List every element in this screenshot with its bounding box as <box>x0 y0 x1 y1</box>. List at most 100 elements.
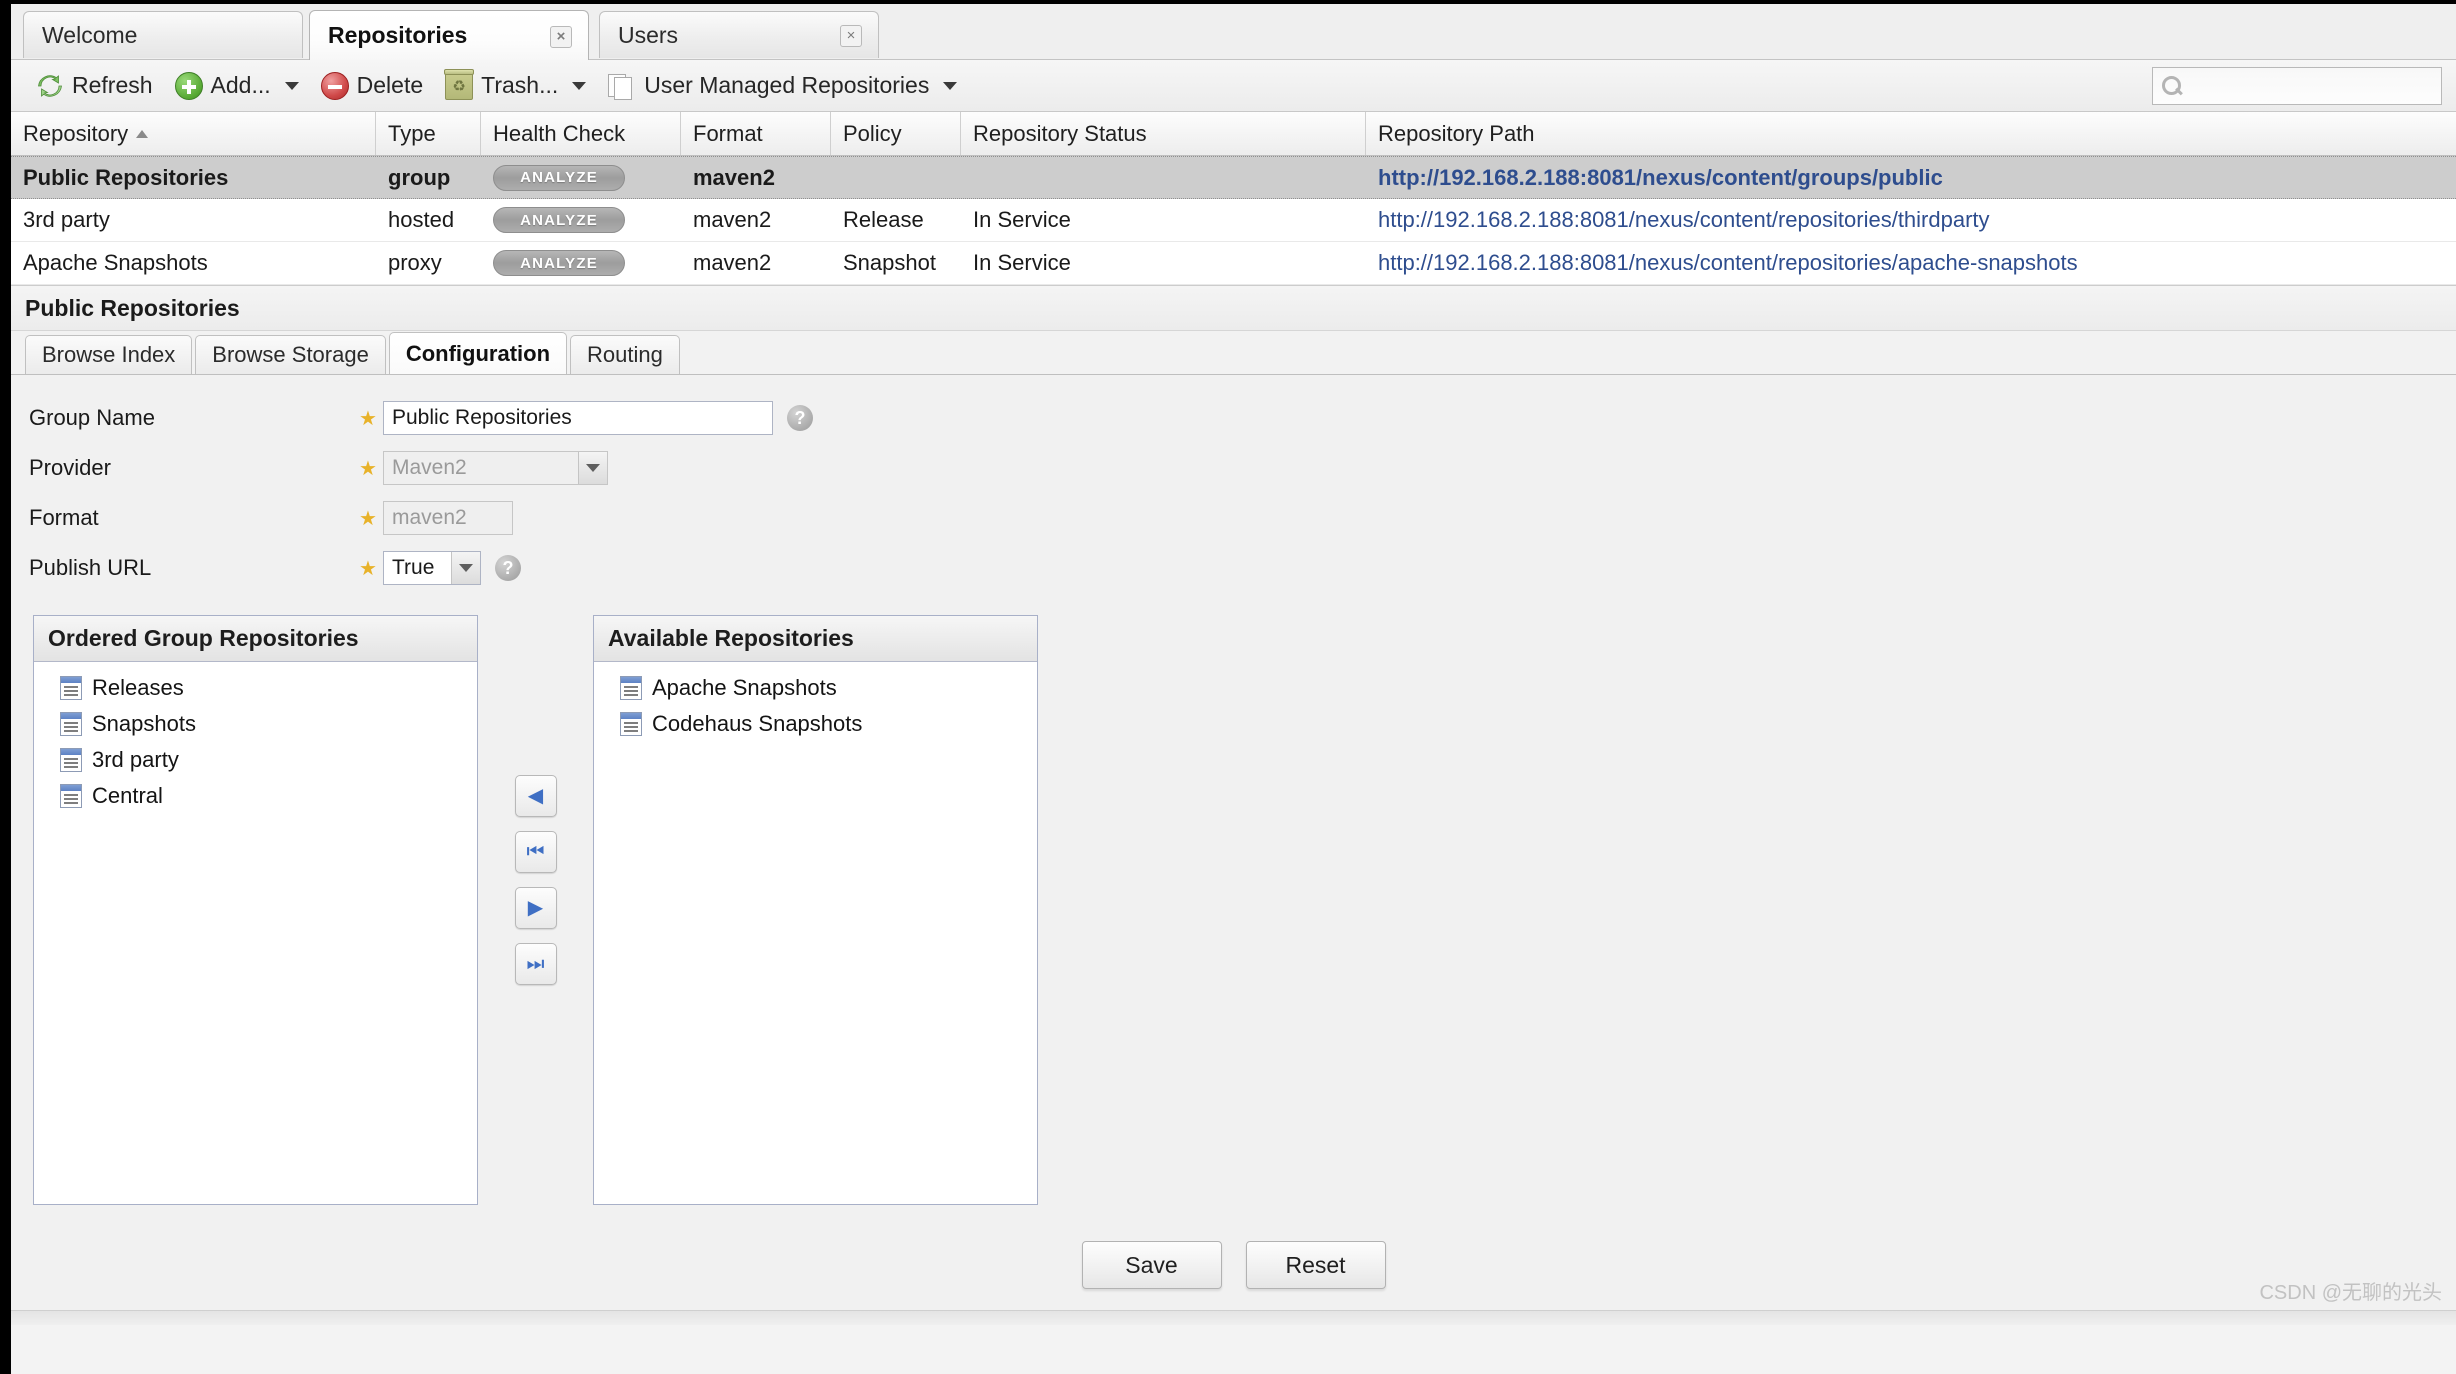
cell-repository: 3rd party <box>23 207 110 232</box>
help-icon[interactable]: ? <box>787 405 813 431</box>
refresh-button[interactable]: Refresh <box>25 65 164 107</box>
move-all-right-button[interactable]: ⏭ <box>514 943 557 985</box>
tab-users[interactable]: Users × <box>599 11 879 58</box>
tab-routing-label: Routing <box>587 342 663 367</box>
list-item[interactable]: 3rd party <box>60 742 477 778</box>
field-row-publish-url: Publish URL ★ True ? <box>11 543 2456 593</box>
publish-url-selected-value: True <box>392 556 435 579</box>
add-label: Add... <box>210 72 271 98</box>
tab-browse-storage[interactable]: Browse Storage <box>195 335 386 374</box>
cell-health-check: ANALYZE <box>481 242 681 284</box>
user-managed-label: User Managed Repositories <box>644 72 930 98</box>
column-header-format[interactable]: Format <box>681 112 831 155</box>
delete-button[interactable]: Delete <box>310 65 434 107</box>
cell-health-check: ANALYZE <box>481 157 681 198</box>
cell-type: hosted <box>388 207 455 232</box>
analyze-button[interactable]: ANALYZE <box>493 164 625 191</box>
search-icon <box>2161 75 2183 97</box>
save-button[interactable]: Save <box>1081 1241 1222 1289</box>
ordered-group-repositories-title: Ordered Group Repositories <box>34 616 477 662</box>
form-footer: Save Reset CSDN @无聊的光头 <box>11 1205 2456 1325</box>
format-label: Format <box>29 505 99 530</box>
search-input[interactable] <box>2189 72 2423 99</box>
group-name-input[interactable] <box>383 401 773 435</box>
column-header-health-check[interactable]: Health Check <box>481 112 681 155</box>
cell-repository: Public Repositories <box>23 164 229 190</box>
cell-format: maven2 <box>693 250 772 275</box>
move-all-left-button[interactable]: ⏮ <box>514 831 557 873</box>
provider-select[interactable]: Maven2 <box>383 451 608 485</box>
tab-repositories-close-icon[interactable]: × <box>524 25 572 48</box>
user-managed-repositories-button[interactable]: User Managed Repositories <box>597 65 968 107</box>
column-header-type[interactable]: Type <box>376 112 481 155</box>
tab-welcome[interactable]: Welcome <box>23 11 303 58</box>
ordered-group-repositories-list[interactable]: Releases Snapshots 3rd party Central <box>34 662 477 1204</box>
repository-icon <box>620 676 642 700</box>
repository-icon <box>620 712 642 736</box>
chevron-down-icon[interactable] <box>451 552 480 584</box>
chevron-down-icon[interactable] <box>578 452 607 484</box>
cell-policy: Snapshot <box>843 250 936 275</box>
column-header-health-check-label: Health Check <box>493 120 626 146</box>
column-header-repository-status[interactable]: Repository Status <box>961 112 1366 155</box>
cell-format: maven2 <box>693 164 775 190</box>
bottom-strip <box>11 1310 2456 1325</box>
column-header-policy[interactable]: Policy <box>831 112 961 155</box>
cell-format: maven2 <box>693 207 772 232</box>
help-icon[interactable]: ? <box>495 555 521 581</box>
analyze-button[interactable]: ANALYZE <box>493 250 625 276</box>
tab-routing[interactable]: Routing <box>570 335 680 374</box>
add-button[interactable]: Add... <box>164 65 310 107</box>
cell-health-check: ANALYZE <box>481 199 681 241</box>
table-row[interactable]: Public Repositories group ANALYZE maven2… <box>11 156 2456 199</box>
tab-users-close-icon[interactable]: × <box>814 25 862 47</box>
sort-ascending-icon <box>136 129 149 138</box>
app-screen: Welcome Repositories × Users × Refresh A… <box>0 0 2456 1374</box>
refresh-icon <box>36 72 64 100</box>
trash-button[interactable]: Trash... <box>434 65 597 107</box>
publish-url-select[interactable]: True <box>383 551 481 585</box>
list-item[interactable]: Codehaus Snapshots <box>620 706 1037 742</box>
tab-repositories[interactable]: Repositories × <box>309 10 589 60</box>
repository-path-link[interactable]: http://192.168.2.188:8081/nexus/content/… <box>1378 207 1990 233</box>
tab-browse-index[interactable]: Browse Index <box>25 335 193 374</box>
repository-path-link[interactable]: http://192.168.2.188:8081/nexus/content/… <box>1378 250 2078 276</box>
list-item-label: Snapshots <box>92 711 196 736</box>
cell-repository-status <box>961 157 1366 198</box>
trash-label: Trash... <box>481 72 559 98</box>
table-row[interactable]: Apache Snapshots proxy ANALYZE maven2 Sn… <box>11 242 2456 285</box>
list-item[interactable]: Snapshots <box>60 706 477 742</box>
transfer-button-column: ◀ ⏮ ▶ ⏭ <box>478 615 593 1205</box>
tab-welcome-label: Welcome <box>42 21 138 48</box>
nexus-app: Welcome Repositories × Users × Refresh A… <box>11 4 2456 1374</box>
list-item[interactable]: Central <box>60 778 477 814</box>
repository-transfer-area: Ordered Group Repositories Releases Snap… <box>11 593 2456 1205</box>
close-icon: × <box>550 25 572 48</box>
column-header-type-label: Type <box>388 120 436 146</box>
move-left-button[interactable]: ◀ <box>514 775 557 817</box>
reset-button[interactable]: Reset <box>1245 1241 1386 1289</box>
main-tab-bar: Welcome Repositories × Users × <box>11 4 2456 60</box>
column-header-repository-path[interactable]: Repository Path <box>1366 112 2456 155</box>
analyze-button[interactable]: ANALYZE <box>493 207 625 233</box>
available-repositories-list[interactable]: Apache Snapshots Codehaus Snapshots <box>594 662 1037 1204</box>
window-left-edge <box>0 0 11 1374</box>
move-right-button[interactable]: ▶ <box>514 887 557 929</box>
add-circle-icon <box>174 71 203 100</box>
column-header-repository[interactable]: Repository <box>11 112 376 155</box>
repository-path-link[interactable]: http://192.168.2.188:8081/nexus/content/… <box>1378 165 1943 191</box>
repository-grid-header: Repository Type Health Check Format Poli… <box>11 112 2456 156</box>
cell-type: proxy <box>388 250 442 275</box>
arrow-all-left-icon: ⏮ <box>526 841 545 863</box>
pages-icon <box>608 72 636 100</box>
tab-configuration[interactable]: Configuration <box>388 332 568 374</box>
cell-repository-path: http://192.168.2.188:8081/nexus/content/… <box>1366 199 2456 241</box>
tab-browse-index-label: Browse Index <box>42 342 176 367</box>
list-item[interactable]: Releases <box>60 670 477 706</box>
required-star-icon: ★ <box>359 457 377 480</box>
list-item[interactable]: Apache Snapshots <box>620 670 1037 706</box>
search-box[interactable] <box>2152 66 2442 105</box>
table-row[interactable]: 3rd party hosted ANALYZE maven2 Release … <box>11 199 2456 242</box>
toolbar-search-area <box>2152 66 2442 105</box>
delete-label: Delete <box>356 72 424 98</box>
